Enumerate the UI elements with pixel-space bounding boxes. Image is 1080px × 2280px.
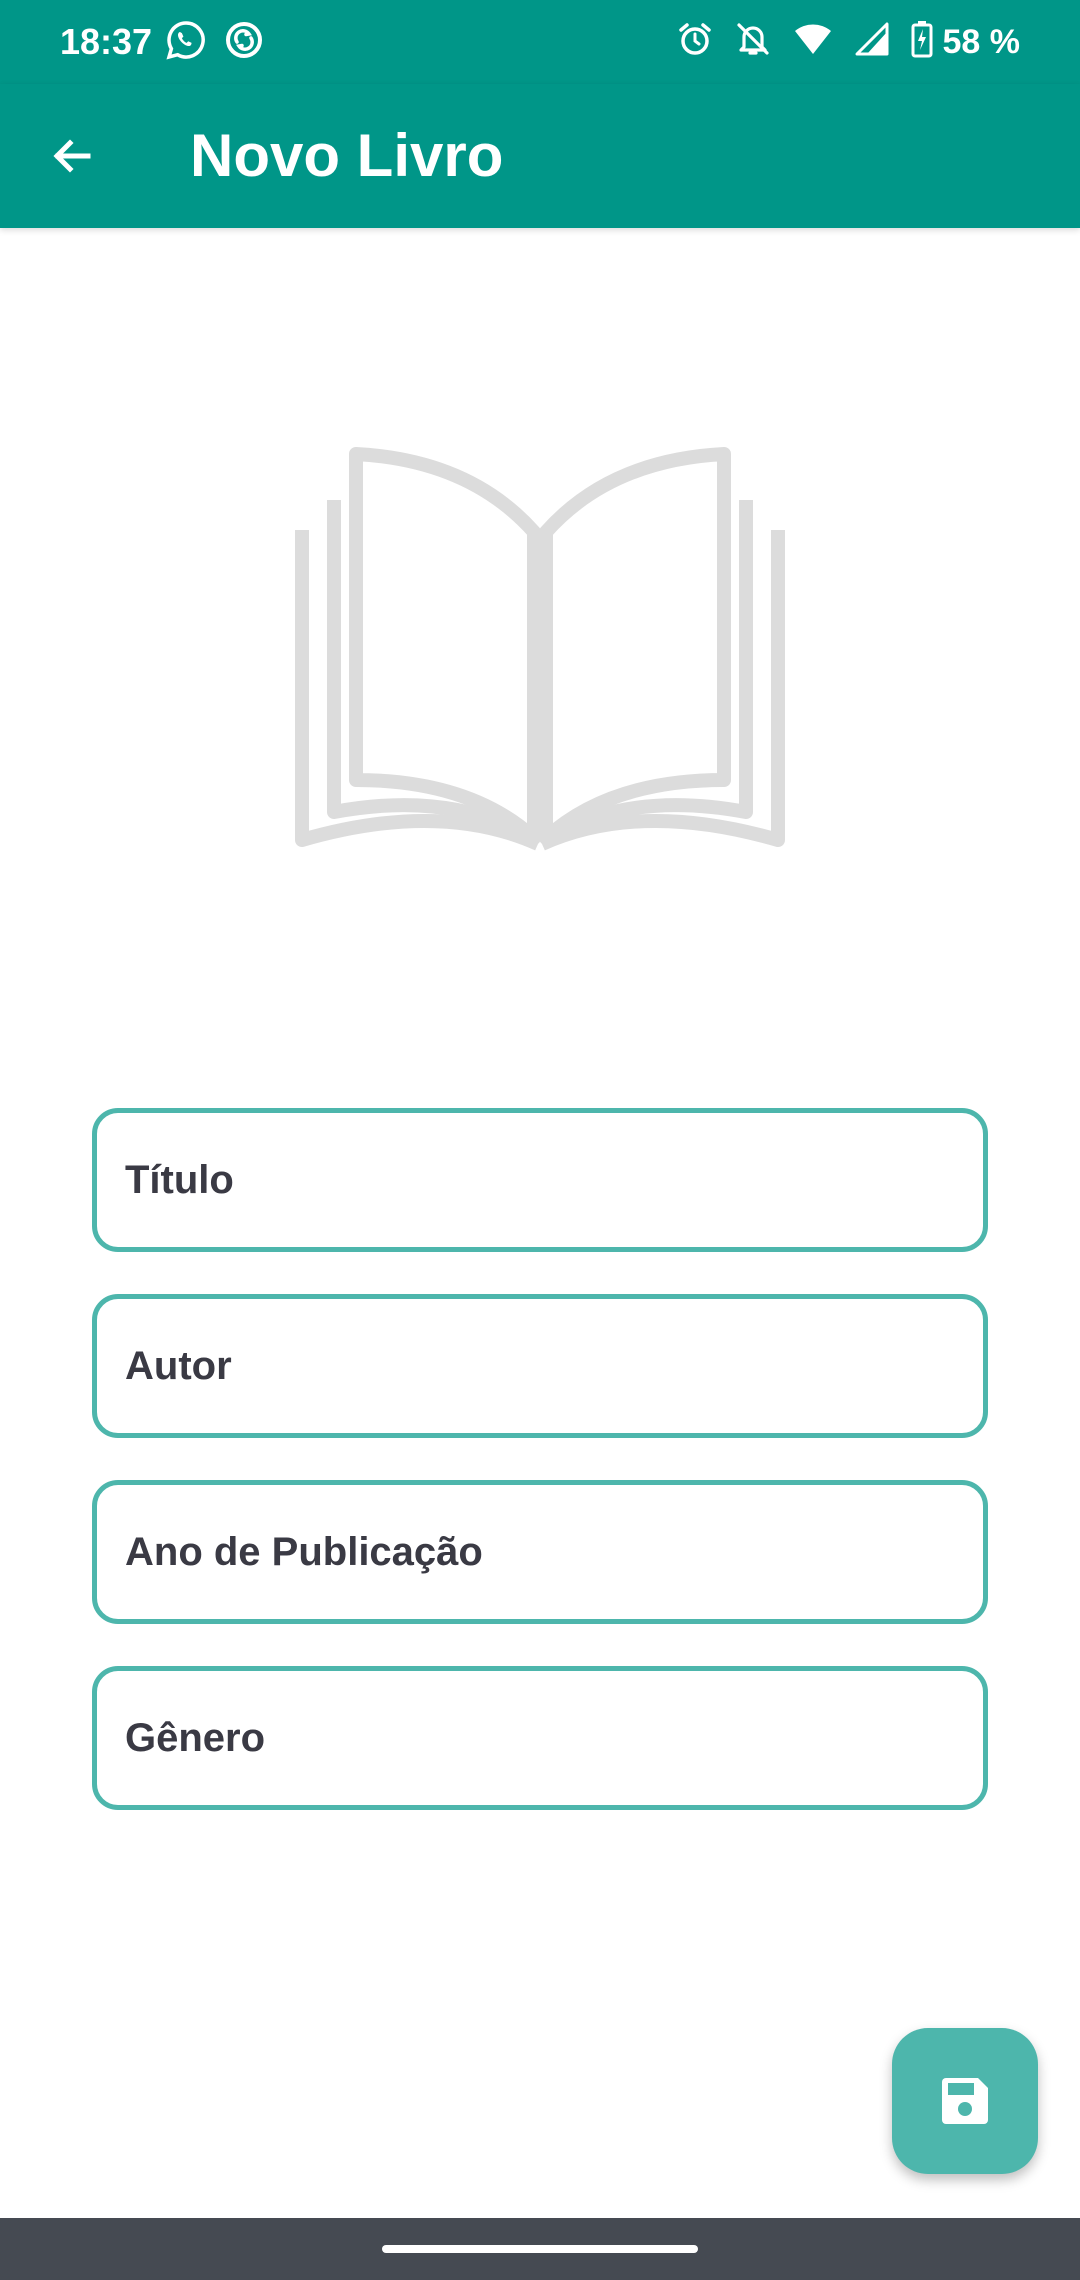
system-navigation-bar: [0, 2218, 1080, 2280]
sync-icon: [224, 20, 264, 65]
battery-percentage: 58 %: [942, 22, 1021, 61]
cellular-signal-icon: [855, 22, 889, 61]
save-icon: [942, 2078, 988, 2124]
notifications-off-icon: [735, 21, 771, 62]
page-title: Novo Livro: [190, 122, 504, 189]
open-book-placeholder-icon: [295, 447, 785, 851]
status-time: 18:37: [60, 21, 153, 62]
status-right-icons: 58 %: [677, 20, 1021, 63]
genre-input[interactable]: [125, 1671, 955, 1805]
author-field[interactable]: [92, 1294, 988, 1438]
arrow-back-icon: [53, 139, 91, 173]
author-input[interactable]: [125, 1299, 955, 1433]
title-field[interactable]: [92, 1108, 988, 1252]
book-form: [92, 1108, 988, 1852]
save-button[interactable]: [892, 2028, 1038, 2174]
battery-charging-icon: [911, 20, 933, 63]
status-left-icons: [166, 20, 264, 65]
book-cover-image[interactable]: [290, 440, 790, 860]
alarm-icon: [677, 21, 713, 62]
wifi-icon: [793, 21, 833, 62]
app-bar: Novo Livro: [0, 84, 1080, 228]
home-gesture-handle[interactable]: [382, 2245, 698, 2253]
title-input[interactable]: [125, 1113, 955, 1247]
status-bar: 18:37 58 %: [0, 0, 1080, 84]
publication-year-field[interactable]: [92, 1480, 988, 1624]
back-button[interactable]: [36, 120, 108, 192]
genre-field[interactable]: [92, 1666, 988, 1810]
publication-year-input[interactable]: [125, 1485, 955, 1619]
whatsapp-icon: [166, 20, 206, 65]
